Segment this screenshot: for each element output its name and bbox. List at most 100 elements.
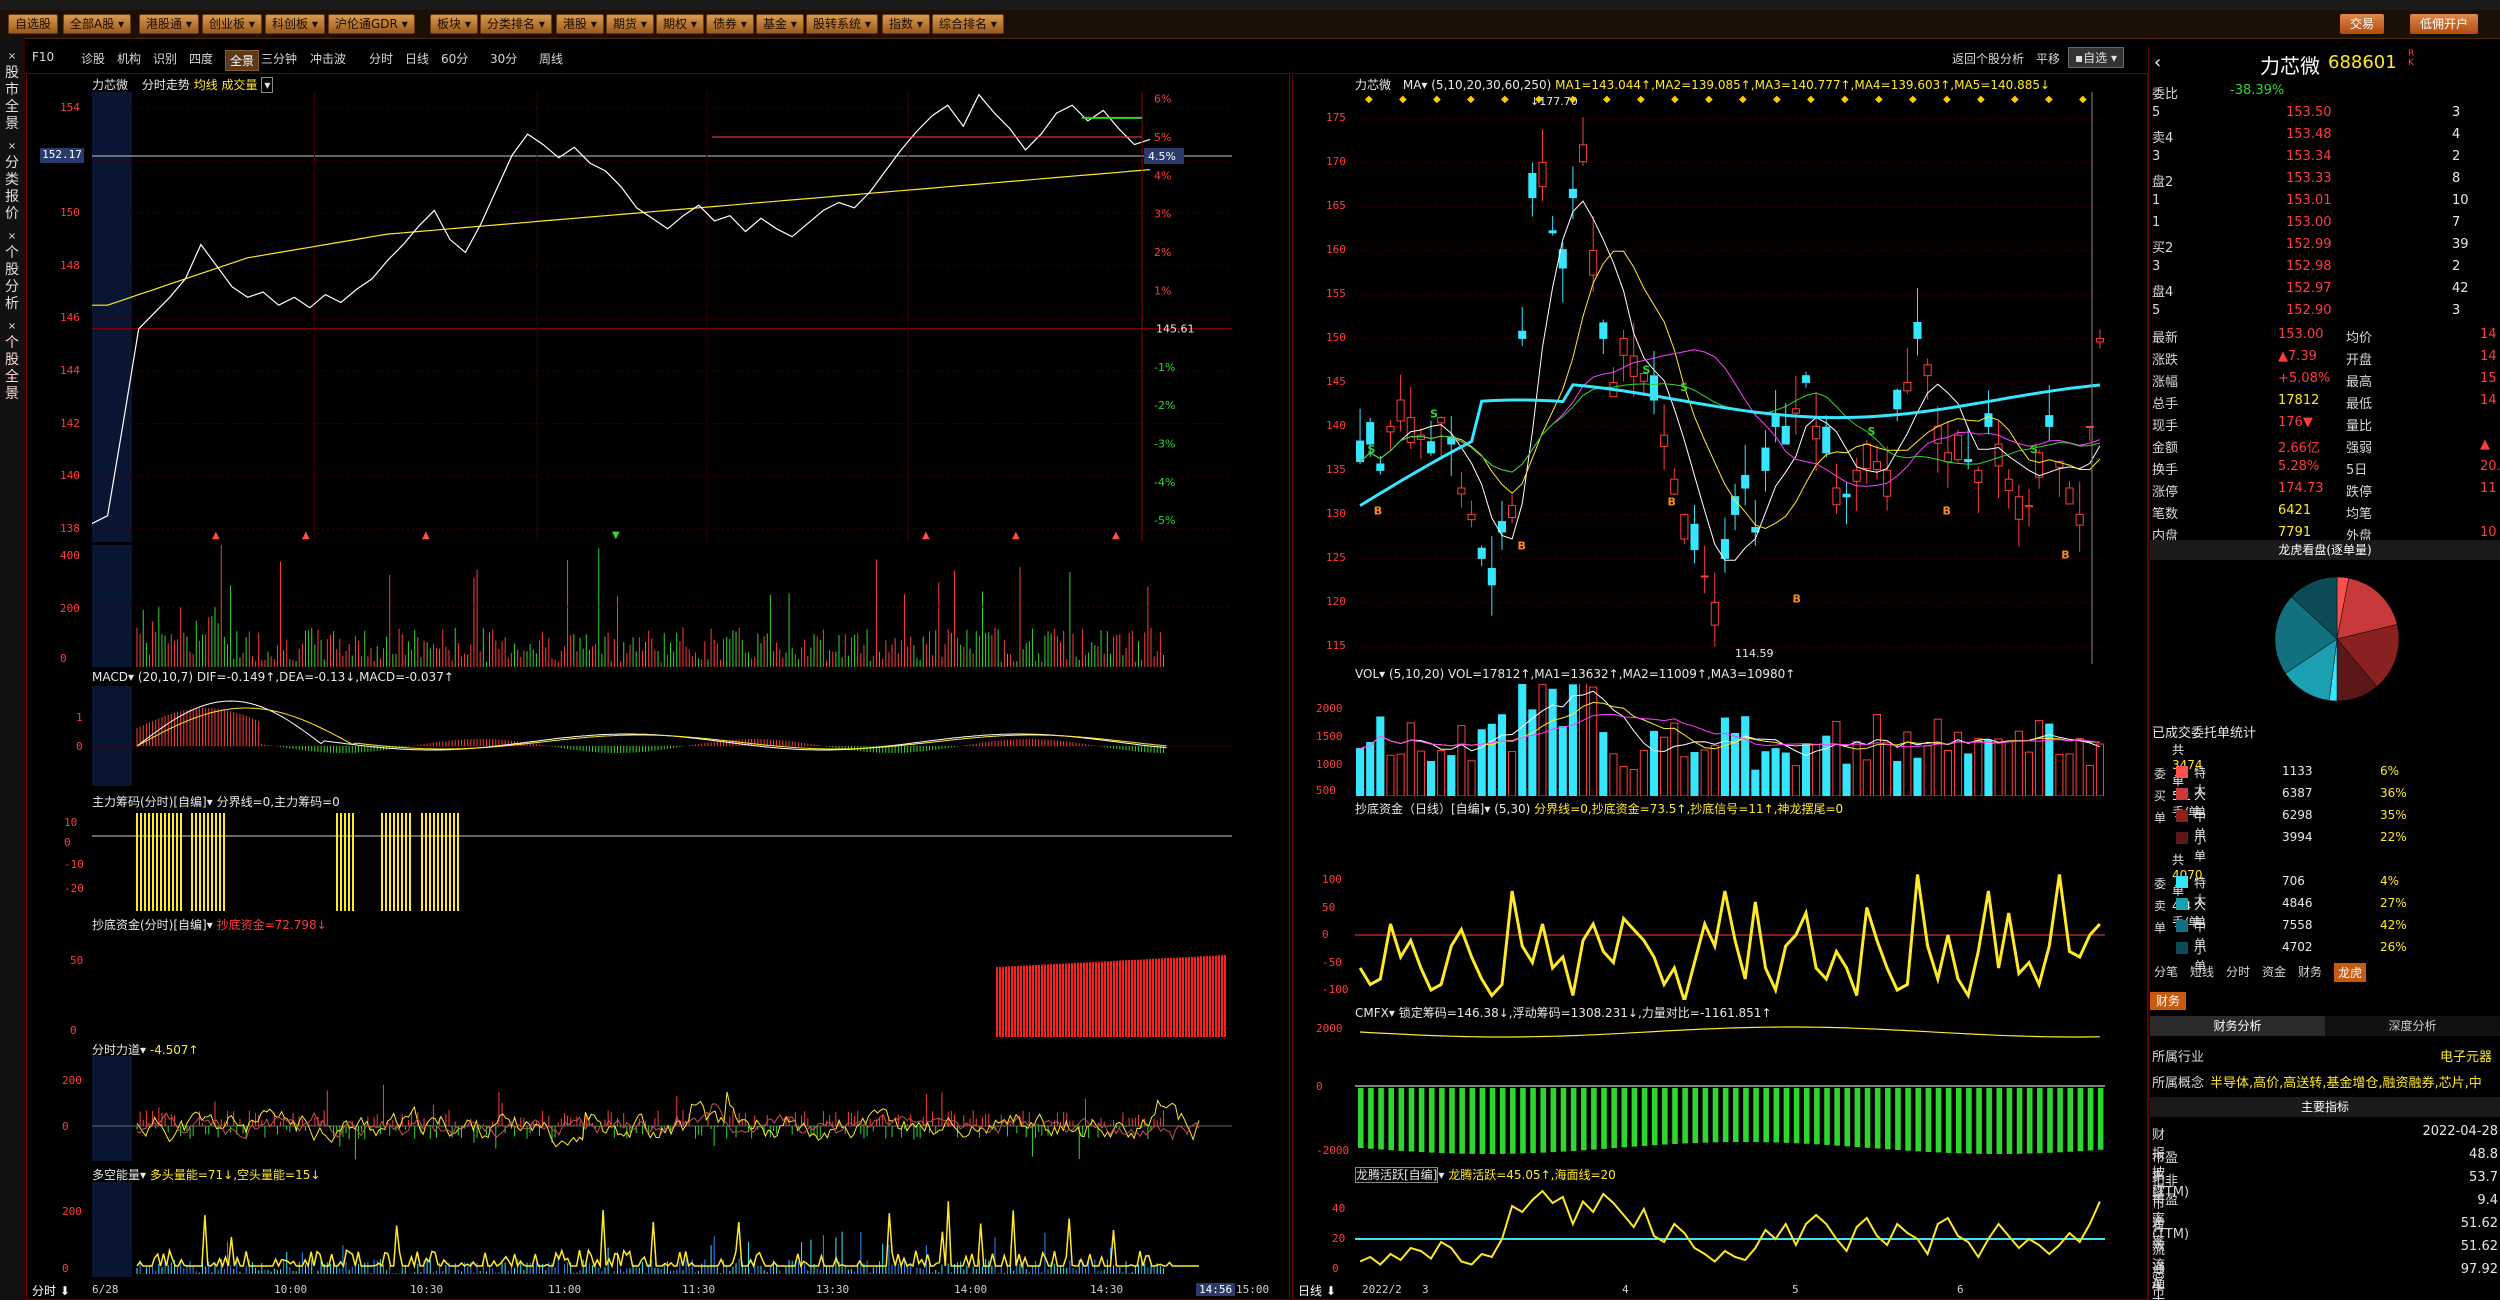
menu-item-3[interactable]: 创业板 ▾ <box>202 14 262 34</box>
stat-value: ▲ <box>2480 437 2490 452</box>
toolbar-item-7[interactable]: 冲击波 <box>310 50 346 67</box>
tab-finance[interactable]: 财务 <box>2150 992 2186 1010</box>
tab-close-icon[interactable]: × <box>4 48 20 65</box>
intraday-macd-chart <box>92 686 1232 786</box>
open-account-button[interactable]: 低佣开户 <box>2410 14 2479 34</box>
industry-value[interactable]: 电子元器 <box>2440 1046 2492 1065</box>
back-arrow-icon[interactable]: ‹ <box>2154 52 2161 73</box>
daily-volume-bar <box>1467 760 1476 796</box>
tab-close-icon[interactable]: × <box>4 138 20 155</box>
left-tab-2[interactable]: × 个 股 分 析 <box>4 228 20 313</box>
stat-label: 均笔 <box>2346 507 2373 522</box>
daily-candlestick-chart[interactable]: ↓177.70114.59SSSSSSBBBBBB◆ ◆ ◆ ◆ ◆ ◆ ◆ ◆ ◆ ◆ ◆ ◆ ◆ ◆ ◆… <box>1355 92 2105 664</box>
flat-toggle[interactable]: 平移 <box>2036 50 2060 67</box>
period-tab[interactable]: 日线 ⬇ <box>1298 1282 1336 1299</box>
cmfx-bar <box>1702 1088 1709 1143</box>
menu-item-13[interactable]: 股转系统 ▾ <box>806 14 878 34</box>
indicator-line <box>136 1091 1200 1148</box>
industry-label: 所属行业 <box>2152 1050 2205 1065</box>
event-marker: ◆ <box>1773 94 1781 105</box>
tab-financial-analysis[interactable]: 财务分析 <box>2150 1016 2325 1036</box>
sell-signal: S <box>1680 381 1688 394</box>
tab-4[interactable]: 财务 <box>2298 963 2322 980</box>
watchlist-dropdown[interactable]: ▪自选 ▾ <box>2068 47 2124 68</box>
signal-marker: ▲ <box>302 530 310 541</box>
daily-volume-bar <box>1690 752 1699 796</box>
toolbar-item-11[interactable]: 30分 <box>490 50 517 67</box>
toolbar-item-9[interactable]: 日线 <box>405 50 429 67</box>
trade-button[interactable]: 交易 <box>2340 14 2385 34</box>
level-price: 152.99 <box>2286 237 2332 252</box>
daily-price-tick: 165 <box>1326 199 1346 213</box>
toolbar-item-0[interactable]: F10 <box>32 50 54 64</box>
panel-menu-icon[interactable]: ▾ <box>261 77 274 93</box>
cmfx-bar <box>1651 1088 1658 1146</box>
tab-2[interactable]: 分时 <box>2226 963 2250 980</box>
intraday-price-chart[interactable]: ▲ ▲ ▲ ▼ ▲ ▲ ▲ 6% 5% 4% 3% 2% 1% -1% -2% -3% -4% -5% 145.61… <box>92 92 1232 542</box>
stat-value: 5.28% <box>2278 459 2320 474</box>
level-label: 5 <box>2152 105 2161 120</box>
buy-signal: B <box>2061 548 2069 561</box>
daily-volume-bar <box>1376 716 1385 796</box>
toolbar-item-3[interactable]: 识别 <box>153 50 177 67</box>
menu-item-0[interactable]: 自选股 <box>8 14 59 34</box>
tab-depth-analysis[interactable]: 深度分析 <box>2325 1016 2500 1036</box>
left-tab-0[interactable]: × 股 市 全 景 <box>4 48 20 133</box>
daily-volume-bar <box>1862 759 1871 796</box>
sell-signal: S <box>1430 408 1438 421</box>
tab-1[interactable]: 短线 <box>2190 963 2214 980</box>
time-label: 10:00 <box>274 1283 308 1296</box>
toolbar-item-5[interactable]: 全景 <box>225 50 260 71</box>
level-qty: 7 <box>2452 215 2461 230</box>
stat-row: 涨跌 ▲7.39 开盘 14 <box>2150 346 2500 368</box>
left-tab-1[interactable]: × 分 类 报 价 <box>4 138 20 223</box>
toolbar-item-2[interactable]: 机构 <box>117 50 141 67</box>
tab-close-icon[interactable]: × <box>4 228 20 245</box>
stat-value: 6421 <box>2278 503 2312 518</box>
toolbar-item-4[interactable]: 四度 <box>189 50 213 67</box>
toolbar-item-1[interactable]: 诊股 <box>81 50 105 67</box>
cmfx-bar <box>1692 1088 1699 1144</box>
cmfx-bar <box>1885 1088 1891 1150</box>
candle-body <box>1953 434 1963 461</box>
legend-swatch <box>2176 942 2188 954</box>
weibi-label: 委比 <box>2152 87 2179 102</box>
menu-item-14[interactable]: 指数 ▾ <box>882 14 930 34</box>
back-to-analysis-link[interactable]: 返回个股分析 <box>1952 50 2024 67</box>
toolbar-item-12[interactable]: 周线 <box>539 50 563 67</box>
tab-0[interactable]: 分笔 <box>2154 963 2178 980</box>
menu-item-8[interactable]: 港股 ▾ <box>556 14 604 34</box>
menu-item-9[interactable]: 期货 ▾ <box>606 14 654 34</box>
preopen-shade <box>92 1056 132 1161</box>
time-label: 6/28 <box>92 1283 119 1296</box>
menu-item-2[interactable]: 港股通 ▾ <box>139 14 199 34</box>
menu-item-11[interactable]: 债券 ▾ <box>706 14 754 34</box>
menu-item-1[interactable]: 全部A股 ▾ <box>63 14 132 34</box>
cmfx-bar <box>2077 1088 2084 1152</box>
menu-item-7[interactable]: 分类排名 ▾ <box>480 14 552 34</box>
tab-close-icon[interactable]: × <box>4 318 20 335</box>
tab-5[interactable]: 龙虎 <box>2334 963 2367 982</box>
level-label: 5 <box>2152 303 2161 318</box>
left-tab-3[interactable]: × 个 股 全 景 <box>4 318 20 403</box>
toolbar-item-8[interactable]: 分时 <box>369 50 393 67</box>
tab-3[interactable]: 资金 <box>2262 963 2286 980</box>
stat-label: 笔数 <box>2152 507 2179 522</box>
macd-tick: 0 <box>76 740 83 753</box>
daily-volume-bar <box>2035 720 2044 796</box>
cmfx-bar <box>2026 1088 2033 1154</box>
daily-volume-bar <box>1568 684 1577 796</box>
menu-item-12[interactable]: 基金 ▾ <box>756 14 804 34</box>
time-tab[interactable]: 分时 ⬇ <box>32 1282 70 1299</box>
menu-item-5[interactable]: 沪伦通GDR ▾ <box>328 14 415 34</box>
toolbar-item-10[interactable]: 60分 <box>441 50 468 67</box>
concept-value[interactable]: 半导体,高价,高送转,基金增仓,融资融券,芯片,中 <box>2210 1072 2500 1091</box>
toolbar-item-6[interactable]: 三分钟 <box>261 50 297 67</box>
menu-item-4[interactable]: 科创板 ▾ <box>265 14 325 34</box>
daily-title: 力芯微 MA▾ (5,10,20,30,60,250) MA1=143.044↑… <box>1355 78 2051 92</box>
menu-item-10[interactable]: 期权 ▾ <box>656 14 704 34</box>
event-marker: ◆ <box>1841 94 1849 105</box>
menu-item-15[interactable]: 综合排名 ▾ <box>932 14 1004 34</box>
cmfx-bar <box>1803 1088 1810 1144</box>
menu-item-6[interactable]: 板块 ▾ <box>430 14 478 34</box>
